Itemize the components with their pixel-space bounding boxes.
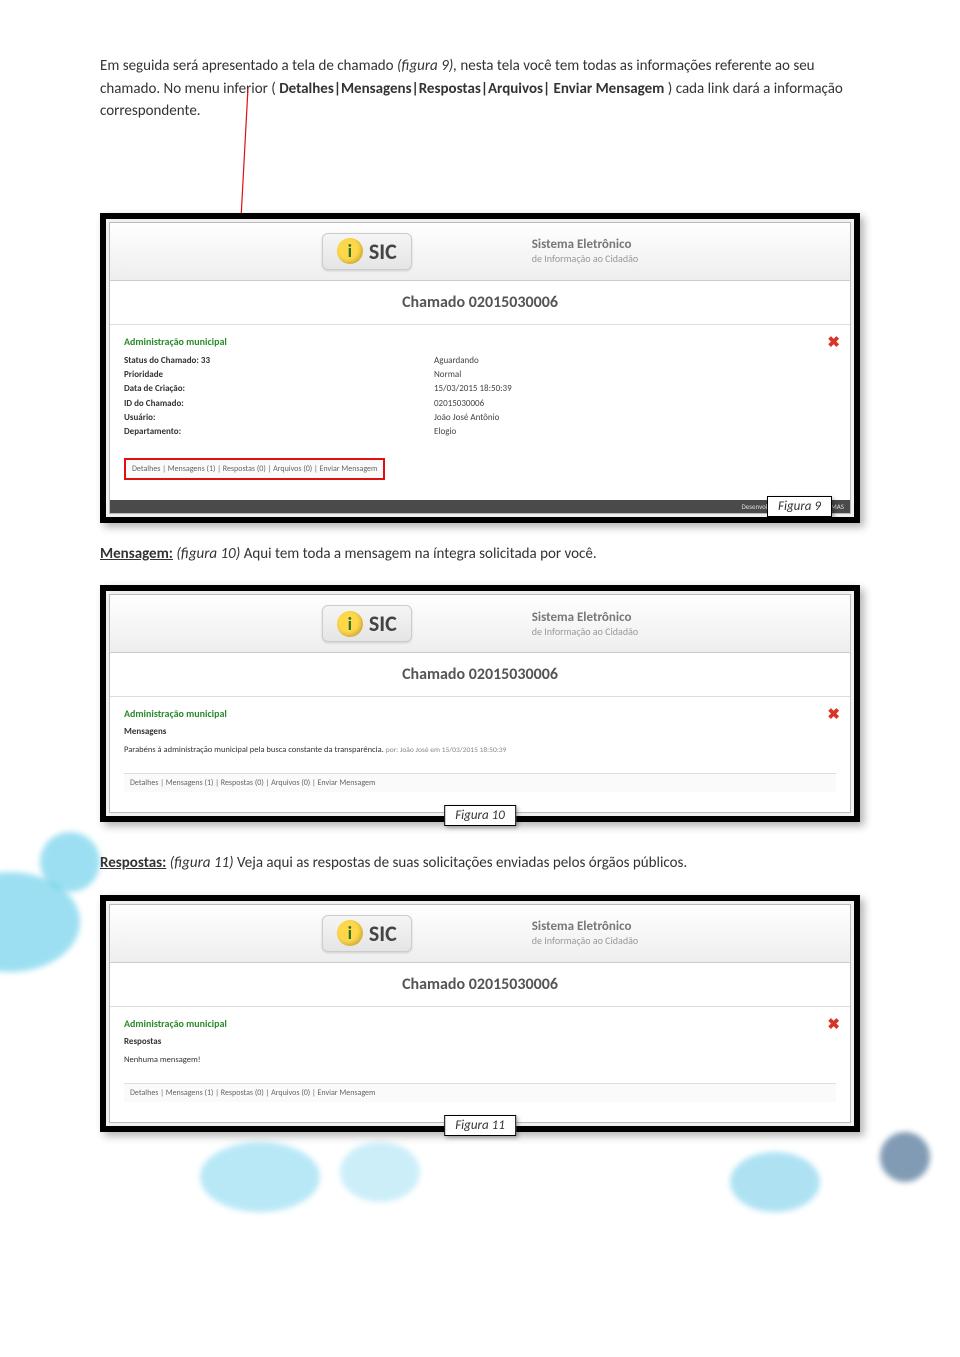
section-heading: Administração municipal	[124, 1017, 836, 1030]
bg-blob	[880, 1132, 930, 1182]
field-label: Departamento:	[124, 425, 434, 439]
close-icon[interactable]: ✖	[827, 333, 840, 352]
text: Em seguida será apresentado a tela de ch…	[100, 57, 397, 75]
section-heading: Administração municipal	[124, 335, 836, 348]
text: Aqui tem toda a mensagem na íntegra soli…	[244, 545, 597, 563]
tab-bar[interactable]: Detalhes | Mensagens (1) | Respostas (0)…	[124, 773, 836, 792]
system-title: Sistema Eletrônico de Informação ao Cida…	[532, 237, 638, 265]
mensagem-paragraph: Mensagem: (figura 10) Aqui tem toda a me…	[100, 543, 860, 566]
message-row: Nenhuma mensagem!	[124, 1055, 836, 1065]
sic-logo: i SIC	[322, 605, 412, 642]
text: Veja aqui as respostas de suas solicitaç…	[237, 854, 687, 872]
text: (figura 10)	[176, 545, 240, 563]
figure-caption: Figura 11	[444, 1115, 516, 1136]
ticket-title: Chamado 02015030006	[110, 281, 850, 325]
field-label: Usuário:	[124, 411, 434, 425]
text: (figura 11)	[170, 854, 234, 872]
figure-9-screenshot: i SIC Sistema Eletrônico de Informação a…	[100, 213, 860, 523]
tab-bar[interactable]: Detalhes | Mensagens (1) | Respostas (0)…	[124, 1083, 836, 1102]
brand-text: SIC	[369, 610, 397, 637]
figure-caption: Figura 10	[444, 805, 516, 826]
brand-text: SIC	[369, 238, 397, 265]
field-value: 02015030006	[434, 397, 484, 411]
subsection-heading: Mensagens	[124, 726, 836, 737]
brand-text: SIC	[369, 920, 397, 947]
sic-logo: i SIC	[322, 233, 412, 270]
message-meta: por: João José em 15/03/2015 18:50:39	[386, 746, 507, 755]
text: Sistema Eletrônico	[532, 237, 638, 252]
field-label: Status do Chamado: 33	[124, 354, 434, 368]
text: de Informação ao Cidadão	[532, 934, 638, 947]
info-icon: i	[337, 238, 363, 264]
tab-bar[interactable]: Detalhes | Mensagens (1) | Respostas (0)…	[124, 458, 385, 480]
ticket-title: Chamado 02015030006	[110, 963, 850, 1007]
info-icon: i	[337, 920, 363, 946]
close-icon[interactable]: ✖	[827, 705, 840, 724]
figure-11-screenshot: i SIC Sistema Eletrônico de Informação a…	[100, 895, 860, 1132]
figure-caption: Figura 9	[767, 496, 832, 517]
text: Mensagem:	[100, 545, 173, 563]
field-label: Prioridade	[124, 368, 434, 382]
ticket-title: Chamado 02015030006	[110, 653, 850, 697]
text: Respostas:	[100, 854, 166, 872]
app-header: i SIC Sistema Eletrônico de Informação a…	[110, 595, 850, 653]
info-icon: i	[337, 611, 363, 637]
text: de Informação ao Cidadão	[532, 252, 638, 265]
system-title: Sistema Eletrônico de Informação ao Cida…	[532, 919, 638, 947]
bg-blob	[340, 1142, 420, 1202]
footer: Desenvolvido por PLUGIN SISTEMAS	[110, 500, 850, 513]
field-label: Data de Criação:	[124, 382, 434, 396]
message-text: Parabéns á administração municipal pela …	[124, 745, 384, 755]
section-heading: Administração municipal	[124, 707, 836, 720]
field-value: Aguardando	[434, 354, 479, 368]
field-value: João José Antônio	[434, 411, 499, 425]
app-header: i SIC Sistema Eletrônico de Informação a…	[110, 905, 850, 963]
message-row: Parabéns á administração municipal pela …	[124, 745, 836, 755]
text: Sistema Eletrônico	[532, 919, 638, 934]
bg-blob	[730, 1152, 820, 1212]
sic-logo: i SIC	[322, 915, 412, 952]
intro-paragraph: Em seguida será apresentado a tela de ch…	[100, 55, 860, 123]
field-label: ID do Chamado:	[124, 397, 434, 411]
close-icon[interactable]: ✖	[827, 1015, 840, 1034]
figure-10-screenshot: i SIC Sistema Eletrônico de Informação a…	[100, 585, 860, 822]
bg-blob	[0, 872, 80, 972]
text: Sistema Eletrônico	[532, 610, 638, 625]
text: Detalhes|Mensagens|Respostas|Arquivos| E…	[279, 80, 664, 98]
subsection-heading: Respostas	[124, 1036, 836, 1047]
text: de Informação ao Cidadão	[532, 625, 638, 638]
field-value: Normal	[434, 368, 461, 382]
respostas-paragraph: Respostas: (figura 11) Veja aqui as resp…	[100, 852, 860, 875]
bg-blob	[200, 1142, 320, 1212]
text: (figura 9),	[397, 57, 457, 75]
app-header: i SIC Sistema Eletrônico de Informação a…	[110, 223, 850, 281]
field-value: Elogio	[434, 425, 456, 439]
bg-blob	[40, 832, 100, 892]
field-value: 15/03/2015 18:50:39	[434, 382, 512, 396]
system-title: Sistema Eletrônico de Informação ao Cida…	[532, 610, 638, 638]
